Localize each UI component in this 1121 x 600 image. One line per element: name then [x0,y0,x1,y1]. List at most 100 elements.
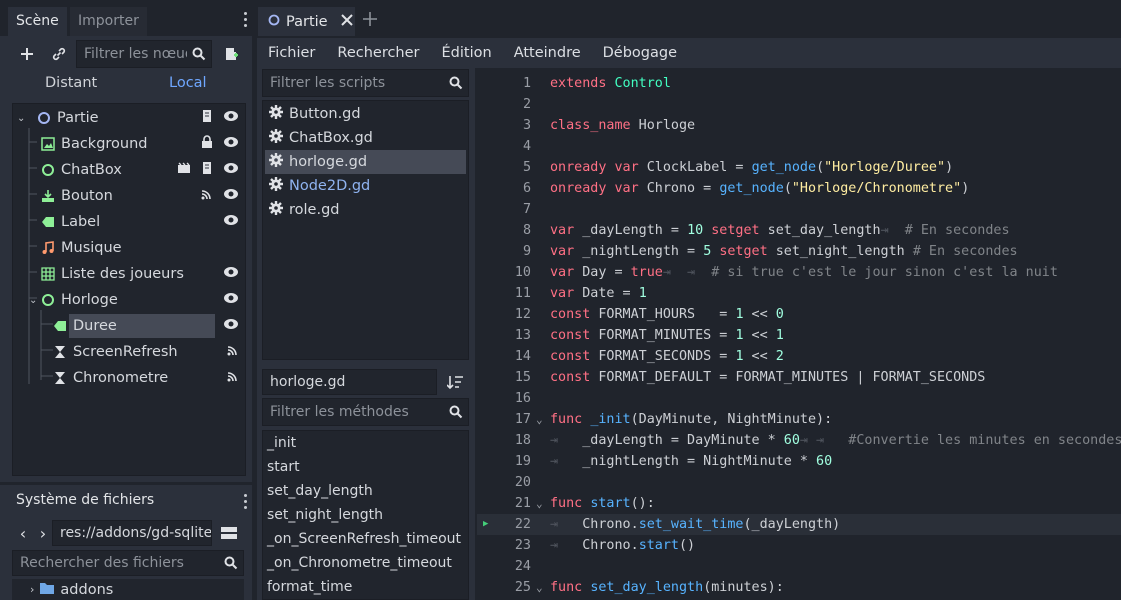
tab-scene[interactable]: Scène [8,7,67,36]
tree-item-label: ScreenRefresh [73,344,178,360]
code-line[interactable]: 6 onready var Chrono = get_node("Horloge/… [477,178,1121,199]
script-icon[interactable] [201,109,213,127]
filesystem-dock: Système de fichiers ‹ › res://addons/gd-… [0,485,252,600]
line-number: 5 [522,160,531,175]
code-line[interactable]: 7 [477,199,1121,220]
close-icon[interactable] [340,13,353,30]
sort-icon[interactable] [443,370,467,394]
code-line[interactable]: 18 ⇥ _dayLength = DayMinute * 60⇥ ⇥ #Conv… [477,430,1121,451]
control-node-icon [268,14,280,30]
code-line[interactable]: 23 ⇥ Chrono.start() [477,535,1121,556]
line-number: 10 [514,265,531,280]
code-line[interactable]: 5 onready var ClockLabel = get_node("Horl… [477,157,1121,178]
method-item[interactable]: _on_ScreenRefresh_timeout [267,527,461,551]
filter-scripts-input[interactable]: Filtrer les scripts [262,69,469,97]
code-text: const FORMAT_MINUTES = 1 << 1 [550,328,784,343]
link-icon[interactable] [46,42,72,66]
visibility-eye-icon[interactable] [223,136,239,152]
signal-icon[interactable] [227,344,239,360]
code-line[interactable]: 1 extends Control [477,73,1121,94]
script-menubar: Fichier Rechercher Édition Atteindre Déb… [257,38,1121,68]
add-tab-icon[interactable] [363,12,377,30]
code-line[interactable]: 8 var _dayLength = 10 setget set_day_leng… [477,220,1121,241]
tab-partie[interactable]: Partie [258,7,355,36]
visibility-eye-icon[interactable] [223,162,239,178]
method-item[interactable]: _init [267,431,296,455]
script-item-node2d[interactable]: Node2D.gd [265,174,466,198]
remote-toggle[interactable]: Distant [45,75,97,91]
dock-menu-icon[interactable] [244,12,248,28]
visibility-eye-icon[interactable] [223,110,239,126]
code-line[interactable]: 24 [477,556,1121,577]
filter-nodes-input[interactable]: Filtrer les nœuds [76,40,212,68]
code-line[interactable]: 3 class_name Horloge [477,115,1121,136]
line-number: 19 [514,454,531,469]
signal-icon[interactable] [227,370,239,386]
signal-icon[interactable] [201,188,213,204]
tab-filesystem[interactable]: Système de fichiers [8,485,163,515]
method-item[interactable]: _on_Chronometre_timeout [267,551,452,575]
code-line[interactable]: 19 ⇥ _nightLength = NightMinute * 60 [477,451,1121,472]
method-item[interactable]: start [267,455,300,479]
code-line[interactable]: 25 ⌄ func set_day_length(minutes): [477,577,1121,598]
script-item-role[interactable]: role.gd [265,198,466,222]
filter-methods-input[interactable]: Filtrer les méthodes [262,398,469,426]
line-number: 7 [522,202,531,217]
line-number: 20 [514,475,531,490]
visibility-eye-icon[interactable] [223,318,239,334]
code-line[interactable]: 21 ⌄ func start(): [477,493,1121,514]
script-item-chatbox[interactable]: ChatBox.gd [265,126,466,150]
visibility-eye-icon[interactable] [223,292,239,308]
code-line[interactable]: 20 [477,472,1121,493]
fold-arrow-icon[interactable]: ⌄ [536,493,543,514]
code-line[interactable]: 17 ⌄ func _init(DayMinute, NightMinute): [477,409,1121,430]
code-line[interactable]: 2 [477,94,1121,115]
script-item-button[interactable]: Button.gd [265,102,466,126]
local-toggle[interactable]: Local [169,75,207,91]
instanced-scene-icon[interactable] [177,162,191,178]
fold-arrow-icon[interactable]: ⌄ [536,409,543,430]
method-item[interactable]: format_time [267,575,352,599]
menu-debug[interactable]: Débogage [592,45,688,61]
code-line[interactable]: 9 var _nightLength = 5 setget set_night_l… [477,241,1121,262]
visibility-eye-icon[interactable] [223,214,239,230]
menu-file[interactable]: Fichier [257,45,326,61]
scene-tree: ⌄ Partie Background ChatBox Bouton Label… [12,103,246,476]
forward-arrow-icon[interactable]: › [34,522,52,544]
line-number: 3 [522,118,531,133]
add-node-icon[interactable] [14,42,40,66]
visibility-eye-icon[interactable] [223,266,239,282]
visibility-eye-icon[interactable] [223,188,239,204]
method-item[interactable]: set_night_length [267,503,383,527]
dock-menu-icon[interactable] [244,494,248,510]
menu-search[interactable]: Rechercher [326,45,430,61]
code-editor[interactable]: 1 extends Control 2 3 class_name Horloge 4 5 on… [477,70,1121,600]
file-tree-item[interactable]: addons [60,582,113,598]
menu-goto[interactable]: Atteindre [503,45,592,61]
attach-script-icon[interactable] [218,42,244,66]
method-item[interactable]: set_day_length [267,479,373,503]
code-line[interactable]: 10 var Day = true⇥ ⇥ # si true c'est le j… [477,262,1121,283]
code-line[interactable]: 14 const FORMAT_SECONDS = 1 << 2 [477,346,1121,367]
code-line[interactable]: 12 const FORMAT_HOURS = 1 << 0 [477,304,1121,325]
menu-edit[interactable]: Édition [431,45,503,61]
current-script-name: horloge.gd [262,369,437,395]
code-line[interactable]: 4 [477,136,1121,157]
back-arrow-icon[interactable]: ‹ [14,522,32,544]
tab-import[interactable]: Importer [70,7,147,36]
code-text: const FORMAT_DEFAULT = FORMAT_MINUTES | … [550,370,986,385]
search-files-input[interactable]: Rechercher des fichiers [12,550,244,576]
split-view-icon[interactable] [218,522,240,544]
code-line[interactable]: 15 const FORMAT_DEFAULT = FORMAT_MINUTES … [477,367,1121,388]
code-line[interactable]: 13 const FORMAT_MINUTES = 1 << 1 [477,325,1121,346]
fold-arrow-icon[interactable]: ⌄ [536,577,543,598]
lock-icon[interactable] [201,135,213,153]
script-icon[interactable] [201,161,213,179]
code-line[interactable]: 11 var Date = 1 [477,283,1121,304]
script-item-horloge[interactable]: horloge.gd [265,150,466,174]
code-line[interactable]: 16 [477,388,1121,409]
line-number: 9 [522,244,531,259]
code-line[interactable]: ▶ 22 ⇥ Chrono.set_wait_time(_dayLength) [477,514,1121,535]
path-input[interactable]: res://addons/gd-sqlite [52,520,212,546]
chevron-right-icon[interactable]: › [30,583,34,596]
